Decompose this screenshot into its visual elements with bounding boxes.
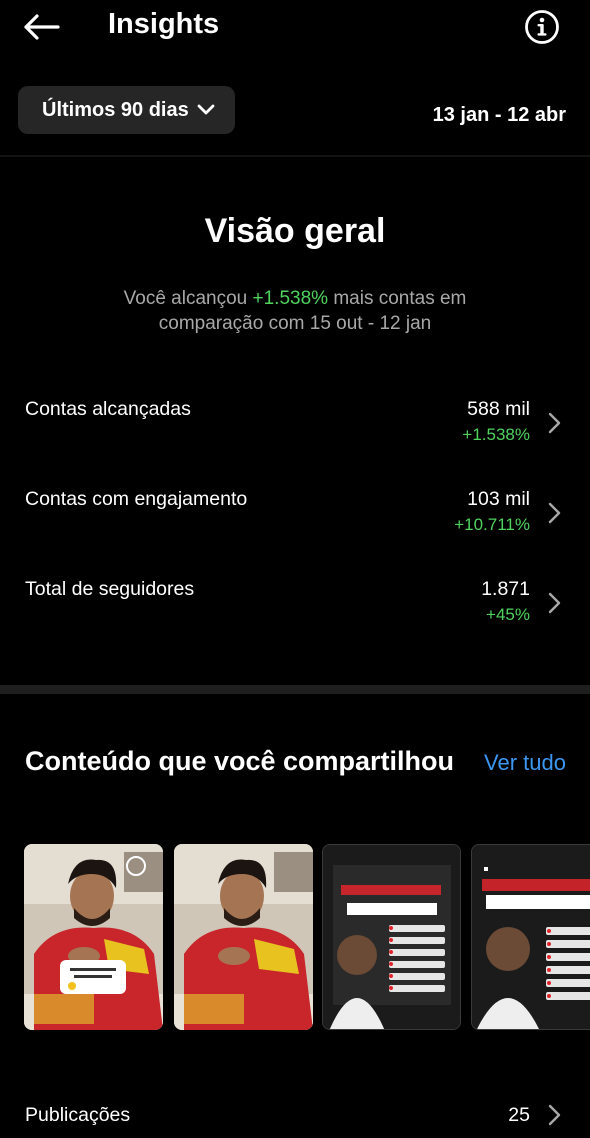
promo-graphic: [472, 845, 590, 1029]
section-divider: [0, 685, 590, 694]
metric-row-accounts-engaged[interactable]: Contas com engajamento 103 mil +10.711%: [0, 488, 590, 558]
page-title: Insights: [108, 8, 220, 40]
metric-value: 103 mil: [467, 488, 530, 510]
info-icon: [525, 10, 559, 44]
arrow-left-icon: [24, 14, 60, 40]
metric-value: 588 mil: [467, 398, 530, 420]
post-photo: [174, 844, 313, 1030]
metric-row-accounts-reached[interactable]: Contas alcançadas 588 mil +1.538%: [0, 398, 590, 468]
metric-label: Contas com engajamento: [25, 488, 248, 510]
chevron-right-icon: [548, 1104, 561, 1126]
chevron-right-icon: [548, 502, 561, 524]
metric-value: 1.871: [481, 578, 530, 600]
chevron-right-icon: [548, 412, 561, 434]
publications-count: 25: [508, 1104, 530, 1126]
content-thumbnail-1[interactable]: [24, 844, 163, 1030]
publications-row[interactable]: Publicações 25: [0, 1100, 590, 1134]
top-bar: Insights: [0, 0, 590, 56]
metric-label: Total de seguidores: [25, 578, 195, 600]
metric-delta: +10.711%: [454, 515, 530, 534]
post-photo: [24, 844, 163, 1030]
back-button[interactable]: [22, 10, 62, 44]
promo-graphic: [323, 845, 460, 1029]
metric-row-total-followers[interactable]: Total de seguidores 1.871 +45%: [0, 578, 590, 648]
metric-delta: +45%: [486, 605, 530, 624]
overview-description: Você alcançou +1.538% mais contas em com…: [95, 286, 495, 336]
info-button[interactable]: [524, 9, 560, 45]
overview-growth-highlight: +1.538%: [252, 288, 329, 309]
chevron-down-icon: [197, 104, 215, 115]
content-thumbnail-2[interactable]: [174, 844, 313, 1030]
content-thumbnail-4[interactable]: [471, 844, 590, 1030]
metric-delta: +1.538%: [462, 425, 530, 444]
content-thumbnails: [24, 844, 590, 1030]
date-range-dropdown[interactable]: Últimos 90 dias: [18, 86, 235, 134]
chevron-right-icon: [548, 592, 561, 614]
date-range-dropdown-label: Últimos 90 dias: [42, 98, 189, 121]
overview-desc-prefix: Você alcançou: [123, 288, 253, 309]
see-all-link[interactable]: Ver tudo: [484, 750, 566, 776]
content-section-title: Conteúdo que você compartilhou: [25, 746, 455, 776]
content-thumbnail-3[interactable]: [322, 844, 461, 1030]
publications-label: Publicações: [25, 1104, 131, 1126]
metric-label: Contas alcançadas: [25, 398, 191, 420]
date-range-text: 13 jan - 12 abr: [432, 104, 566, 126]
overview-title: Visão geral: [204, 212, 386, 250]
divider: [0, 155, 590, 157]
